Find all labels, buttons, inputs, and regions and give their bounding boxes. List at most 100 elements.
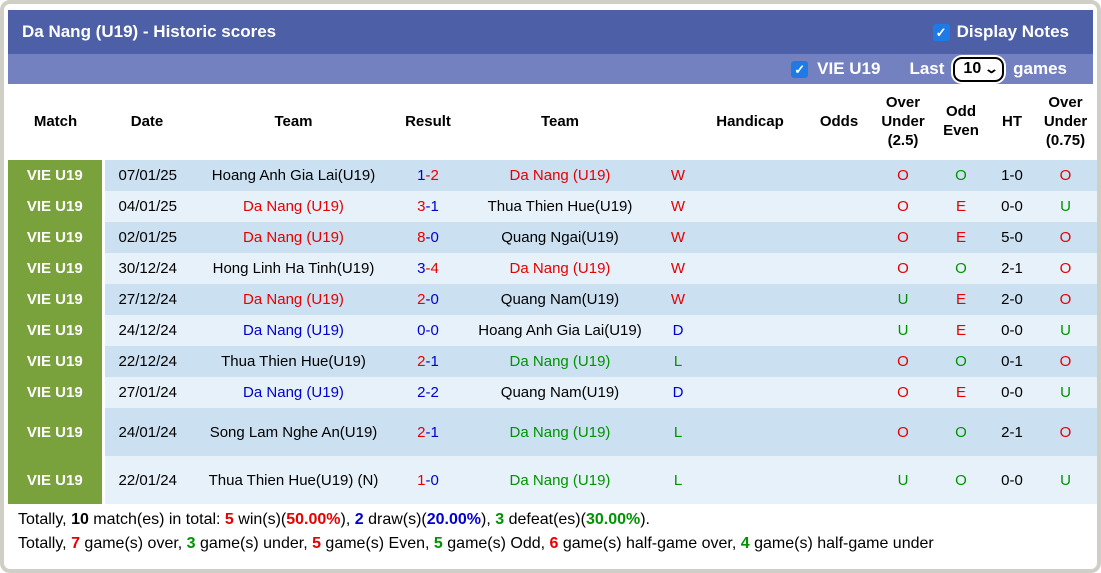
match-date: 22/12/24	[103, 346, 191, 378]
odds-value	[804, 315, 874, 347]
over-under-075: U	[1034, 315, 1097, 347]
result-letter: L	[660, 408, 696, 457]
home-team: Da Nang (U19)	[191, 222, 396, 254]
filter-bar: ✓ VIE U19 Last 10 ⌄ games	[8, 54, 1093, 84]
last-label: Last	[909, 59, 945, 78]
chevron-down-icon: ⌄	[984, 61, 1000, 76]
table-row: VIE U19 24/01/24 Song Lam Nghe An(U19) 2-1 D…	[8, 408, 1097, 457]
home-team: Da Nang (U19)	[191, 284, 396, 316]
league-badge[interactable]: VIE U19	[8, 456, 105, 505]
odd-even: E	[932, 377, 990, 409]
over-under-25: U	[874, 456, 932, 505]
league-badge[interactable]: VIE U19	[8, 253, 105, 285]
table-header: Match Date Team Result Team Handicap Odds Over …	[8, 84, 1097, 161]
result-letter: W	[660, 222, 696, 254]
historic-scores-table: Match Date Team Result Team Handicap Odds Over …	[8, 84, 1097, 505]
handicap-value	[696, 191, 804, 223]
result-letter: W	[660, 253, 696, 285]
handicap-value	[696, 160, 804, 192]
odds-value	[804, 253, 874, 285]
result-letter: L	[660, 456, 696, 505]
full-time-score: 8-0	[396, 222, 460, 254]
result-letter: D	[660, 377, 696, 409]
table-row: VIE U19 27/12/24 Da Nang (U19) 2-0 Quang Nam…	[8, 284, 1097, 316]
away-team: Da Nang (U19)	[460, 346, 660, 378]
odd-even: O	[932, 408, 990, 457]
odds-value	[804, 408, 874, 457]
home-team: Da Nang (U19)	[191, 191, 396, 223]
handicap-value	[696, 408, 804, 457]
league-badge[interactable]: VIE U19	[8, 191, 105, 223]
league-badge[interactable]: VIE U19	[8, 222, 105, 254]
over-under-075: U	[1034, 377, 1097, 409]
column-header-date: Date	[103, 84, 191, 161]
games-count-select[interactable]: 10 ⌄	[953, 56, 1005, 82]
table-row: VIE U19 27/01/24 Da Nang (U19) 2-2 Quang Nam…	[8, 377, 1097, 409]
handicap-value	[696, 284, 804, 316]
match-date: 30/12/24	[103, 253, 191, 285]
odd-even: O	[932, 160, 990, 192]
league-badge[interactable]: VIE U19	[8, 284, 105, 316]
league-filter-checkbox[interactable]: ✓	[791, 60, 809, 78]
match-date: 27/01/24	[103, 377, 191, 409]
league-filter-label: VIE U19	[817, 59, 881, 78]
result-letter: D	[660, 315, 696, 347]
home-team: Da Nang (U19)	[191, 377, 396, 409]
handicap-value	[696, 346, 804, 378]
home-team: Hoang Anh Gia Lai(U19)	[191, 160, 396, 192]
away-team: Quang Nam(U19)	[460, 284, 660, 316]
games-count-value: 10	[963, 60, 982, 77]
league-badge[interactable]: VIE U19	[8, 408, 105, 457]
half-time-score: 1-0	[990, 160, 1034, 192]
odds-value	[804, 346, 874, 378]
table-row: VIE U19 22/12/24 Thua Thien Hue(U19) 2-1 Da …	[8, 346, 1097, 378]
home-team: Song Lam Nghe An(U19)	[191, 408, 396, 457]
away-team: Thua Thien Hue(U19)	[460, 191, 660, 223]
column-header-odds: Odds	[804, 84, 874, 161]
odd-even: O	[932, 456, 990, 505]
column-header-oddeven: Odd Even	[932, 84, 990, 161]
display-notes-checkbox[interactable]: ✓	[932, 23, 950, 41]
odd-even: E	[932, 284, 990, 316]
odd-even: E	[932, 191, 990, 223]
match-date: 22/01/24	[103, 456, 191, 505]
league-badge[interactable]: VIE U19	[8, 346, 105, 378]
home-team: Thua Thien Hue(U19)	[191, 346, 396, 378]
full-time-score: 2-0	[396, 284, 460, 316]
title-bar: Da Nang (U19) - Historic scores ✓ Displa…	[8, 10, 1093, 54]
over-under-25: U	[874, 315, 932, 347]
home-team: Hong Linh Ha Tinh(U19)	[191, 253, 396, 285]
league-badge[interactable]: VIE U19	[8, 377, 105, 409]
handicap-value	[696, 456, 804, 505]
full-time-score: 0-0	[396, 315, 460, 347]
handicap-value	[696, 377, 804, 409]
match-date: 07/01/25	[103, 160, 191, 192]
column-header-ou25: Over Under (2.5)	[874, 84, 932, 161]
table-row: VIE U19 22/01/24 Thua Thien Hue(U19) (N) 1-…	[8, 456, 1097, 505]
league-badge[interactable]: VIE U19	[8, 315, 105, 347]
odds-value	[804, 284, 874, 316]
match-date: 04/01/25	[103, 191, 191, 223]
over-under-075: O	[1034, 160, 1097, 192]
over-under-25: O	[874, 408, 932, 457]
league-badge[interactable]: VIE U19	[8, 160, 105, 192]
over-under-075: O	[1034, 222, 1097, 254]
result-letter: W	[660, 191, 696, 223]
column-header-handicap: Handicap	[696, 84, 804, 161]
games-label: games	[1013, 59, 1067, 78]
historic-scores-widget: Da Nang (U19) - Historic scores ✓ Displa…	[0, 0, 1101, 573]
handicap-value	[696, 222, 804, 254]
column-header-wdl	[660, 84, 696, 161]
full-time-score: 2-1	[396, 408, 460, 457]
over-under-25: O	[874, 253, 932, 285]
away-team: Hoang Anh Gia Lai(U19)	[460, 315, 660, 347]
display-notes-group: ✓ Display Notes	[932, 22, 1069, 42]
table-row: VIE U19 04/01/25 Da Nang (U19) 3-1 Thua Thie…	[8, 191, 1097, 223]
column-header-ht: HT	[990, 84, 1034, 161]
result-letter: W	[660, 284, 696, 316]
column-header-team2: Team	[460, 84, 660, 161]
column-header-ou075: Over Under (0.75)	[1034, 84, 1097, 161]
odds-value	[804, 191, 874, 223]
over-under-075: O	[1034, 346, 1097, 378]
table-row: VIE U19 02/01/25 Da Nang (U19) 8-0 Quang Nga…	[8, 222, 1097, 254]
